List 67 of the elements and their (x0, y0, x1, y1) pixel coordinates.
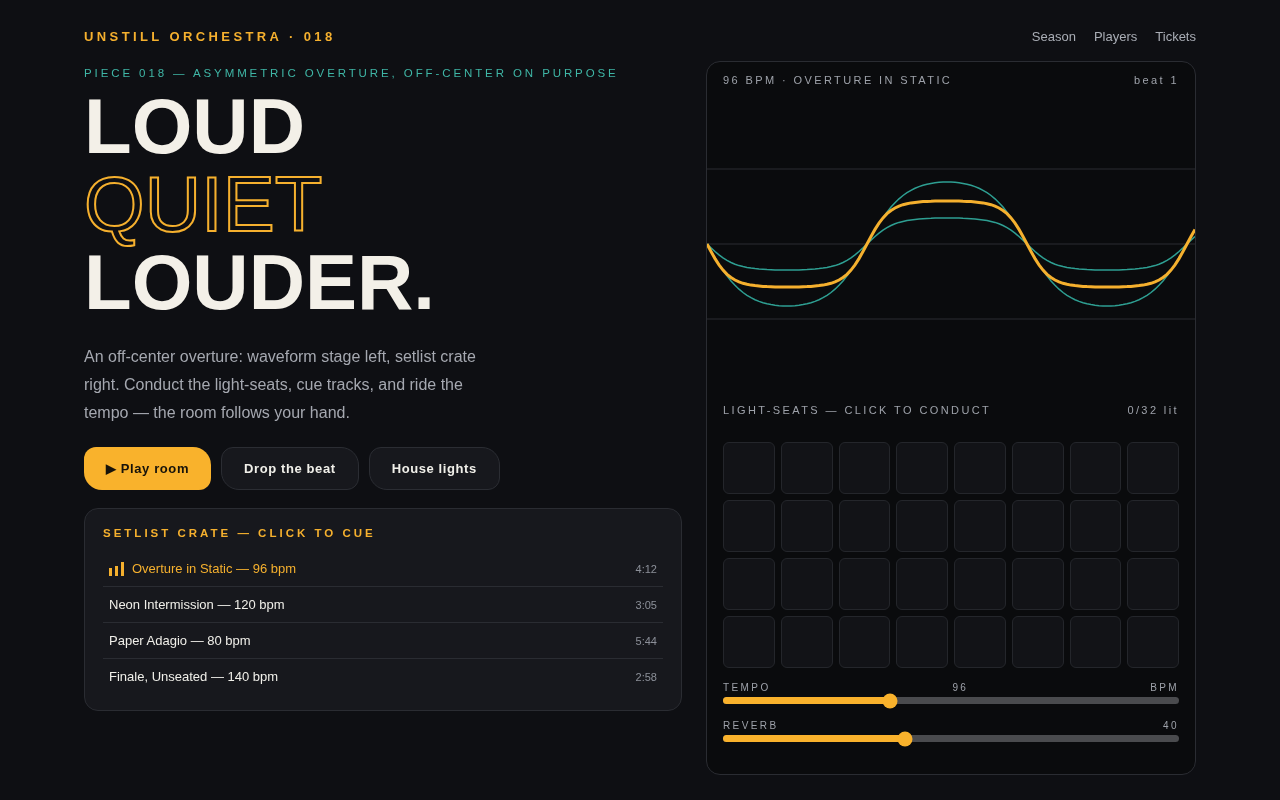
seat-pad[interactable] (1011, 616, 1064, 668)
seat-pad[interactable] (1127, 500, 1179, 552)
seat-pad[interactable] (1127, 558, 1179, 610)
seats-count: 0/32 lit (1127, 404, 1179, 416)
seat-pad[interactable] (1127, 616, 1179, 668)
seat-pad[interactable] (1069, 558, 1122, 610)
seat-pad[interactable] (896, 442, 948, 494)
seat-pad[interactable] (1127, 442, 1179, 494)
seat-pad[interactable] (954, 500, 1006, 552)
slider-label: REVERB (723, 720, 779, 731)
slider-thumb[interactable] (882, 693, 898, 708)
seat-pad[interactable] (723, 500, 775, 552)
seat-pad[interactable] (780, 616, 833, 668)
seat-pad[interactable] (896, 500, 948, 552)
seat-pad[interactable] (954, 558, 1006, 610)
track-title: Overture in Static — 96 bpm (132, 561, 297, 576)
brand-title: UNSTILL ORCHESTRA · 018 (84, 28, 336, 44)
track-duration: 3:05 (635, 598, 657, 611)
nav-link[interactable]: Season (1031, 28, 1076, 44)
seat-pad[interactable] (954, 442, 1006, 494)
headline-line: LOUD (84, 87, 305, 165)
slider-thumb[interactable] (897, 731, 913, 746)
seat-pad[interactable] (780, 558, 833, 610)
seat-pad[interactable] (838, 442, 891, 494)
slider-label: TEMPO (723, 682, 771, 693)
seat-pad[interactable] (1069, 442, 1122, 494)
seat-pad[interactable] (1011, 558, 1064, 610)
seat-pad[interactable] (1069, 616, 1122, 668)
track-duration: 2:58 (635, 670, 657, 683)
seat-pad[interactable] (1011, 442, 1064, 494)
track-row[interactable]: Overture in Static — 96 bpm 4:12 (103, 551, 663, 587)
action-button[interactable]: Drop the beat (221, 447, 359, 490)
seat-pad[interactable] (1011, 500, 1064, 552)
track-title: Finale, Unseated — 140 bpm (109, 669, 280, 684)
seat-pad[interactable] (1069, 500, 1122, 552)
seat-pad[interactable] (838, 616, 891, 668)
track-row[interactable]: Neon Intermission — 120 bpm 3:05 (103, 587, 663, 623)
nav-link[interactable]: Tickets (1155, 28, 1196, 44)
nav-link[interactable]: Players (1093, 28, 1138, 44)
track-row[interactable]: Paper Adagio — 80 bpm 5:44 (103, 623, 663, 659)
seat-pad[interactable] (780, 442, 833, 494)
seat-pad[interactable] (780, 500, 833, 552)
eyebrow-text: PIECE 018 — ASYMMETRIC OVERTURE, OFF-CENTER ON PURPOSE (84, 67, 620, 79)
beat-indicator: beat 1 (1134, 74, 1179, 86)
track-duration: 5:44 (635, 634, 657, 647)
track-duration: 4:12 (635, 562, 657, 575)
intro-paragraph: An off-center overture: waveform stage left, setlist crate right. Conduct the light-seats, cue tracks, and ride the tempo — the room follows your hand. (84, 347, 477, 423)
equalizer-icon (109, 561, 125, 576)
stage-caption: 96 BPM · OVERTURE IN STATIC (723, 74, 953, 86)
seat-pad[interactable] (896, 616, 948, 668)
seat-pad[interactable] (896, 558, 948, 610)
slider-value: 96 (952, 682, 969, 693)
track-title: Neon Intermission — 120 bpm (109, 597, 286, 612)
seats-title: LIGHT-SEATS — CLICK TO CONDUCT (723, 404, 992, 416)
slider-value: 40 (1163, 720, 1179, 731)
action-button[interactable]: House lights (368, 447, 500, 490)
track-title: Paper Adagio — 80 bpm (109, 633, 252, 648)
play-button[interactable]: ▶ Play room (84, 447, 212, 490)
seat-pad[interactable] (723, 558, 775, 610)
seat-pad[interactable] (838, 500, 891, 552)
seat-pad[interactable] (723, 442, 775, 494)
seat-pad[interactable] (838, 558, 891, 610)
seat-pad[interactable] (723, 616, 775, 668)
setlist-title: SETLIST CRATE — CLICK TO CUE (103, 527, 377, 539)
slider-unit: BPM (1150, 682, 1179, 693)
seat-pad[interactable] (954, 616, 1006, 668)
track-row[interactable]: Finale, Unseated — 140 bpm 2:58 (103, 659, 663, 694)
